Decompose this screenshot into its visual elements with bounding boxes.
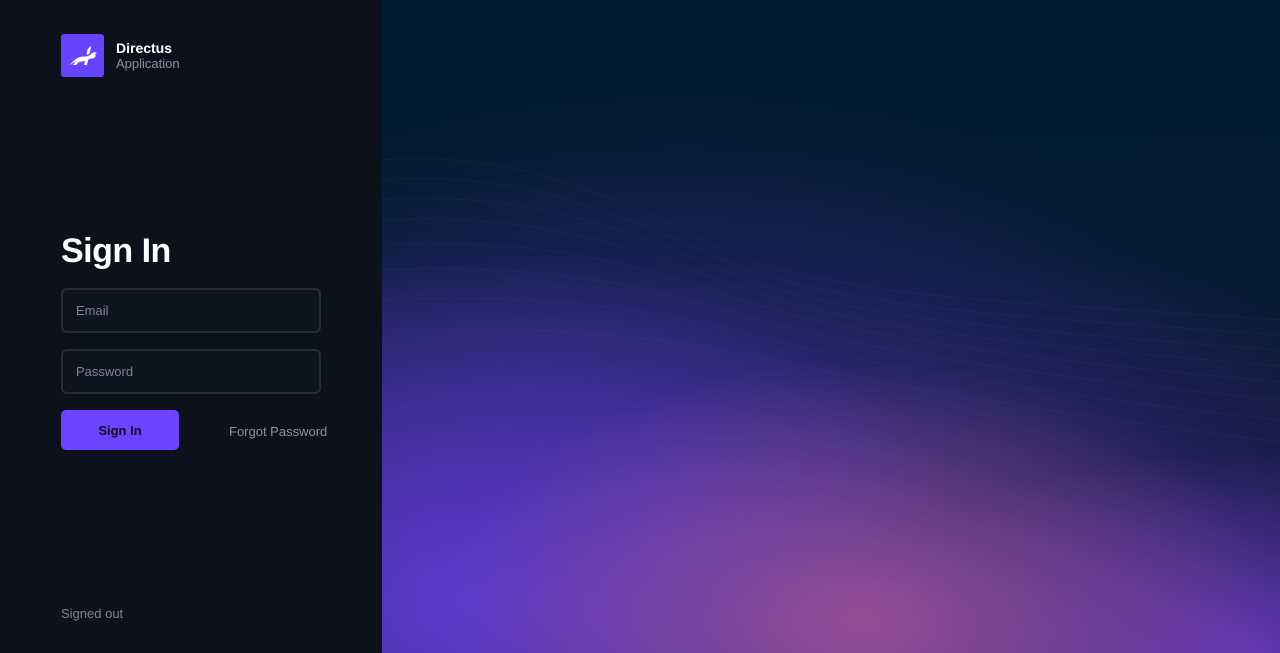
app-name: Directus [116, 39, 173, 56]
wave-lines [382, 157, 1280, 443]
hero-background [382, 0, 1280, 653]
email-field[interactable] [61, 288, 321, 333]
login-panel: Directus Application Sign In Sign In For… [0, 0, 382, 653]
password-field[interactable] [61, 349, 321, 394]
app-logo [61, 34, 104, 77]
brand: Directus Application [61, 34, 180, 77]
page-title: Sign In [61, 232, 171, 270]
sign-in-button[interactable]: Sign In [61, 410, 179, 450]
status-text: Signed out [61, 606, 124, 621]
app-subtitle: Application [116, 55, 180, 71]
login-page: Directus Application Sign In Sign In For… [0, 0, 1280, 653]
forgot-password-link[interactable]: Forgot Password [229, 424, 327, 439]
rabbit-icon [68, 45, 97, 65]
